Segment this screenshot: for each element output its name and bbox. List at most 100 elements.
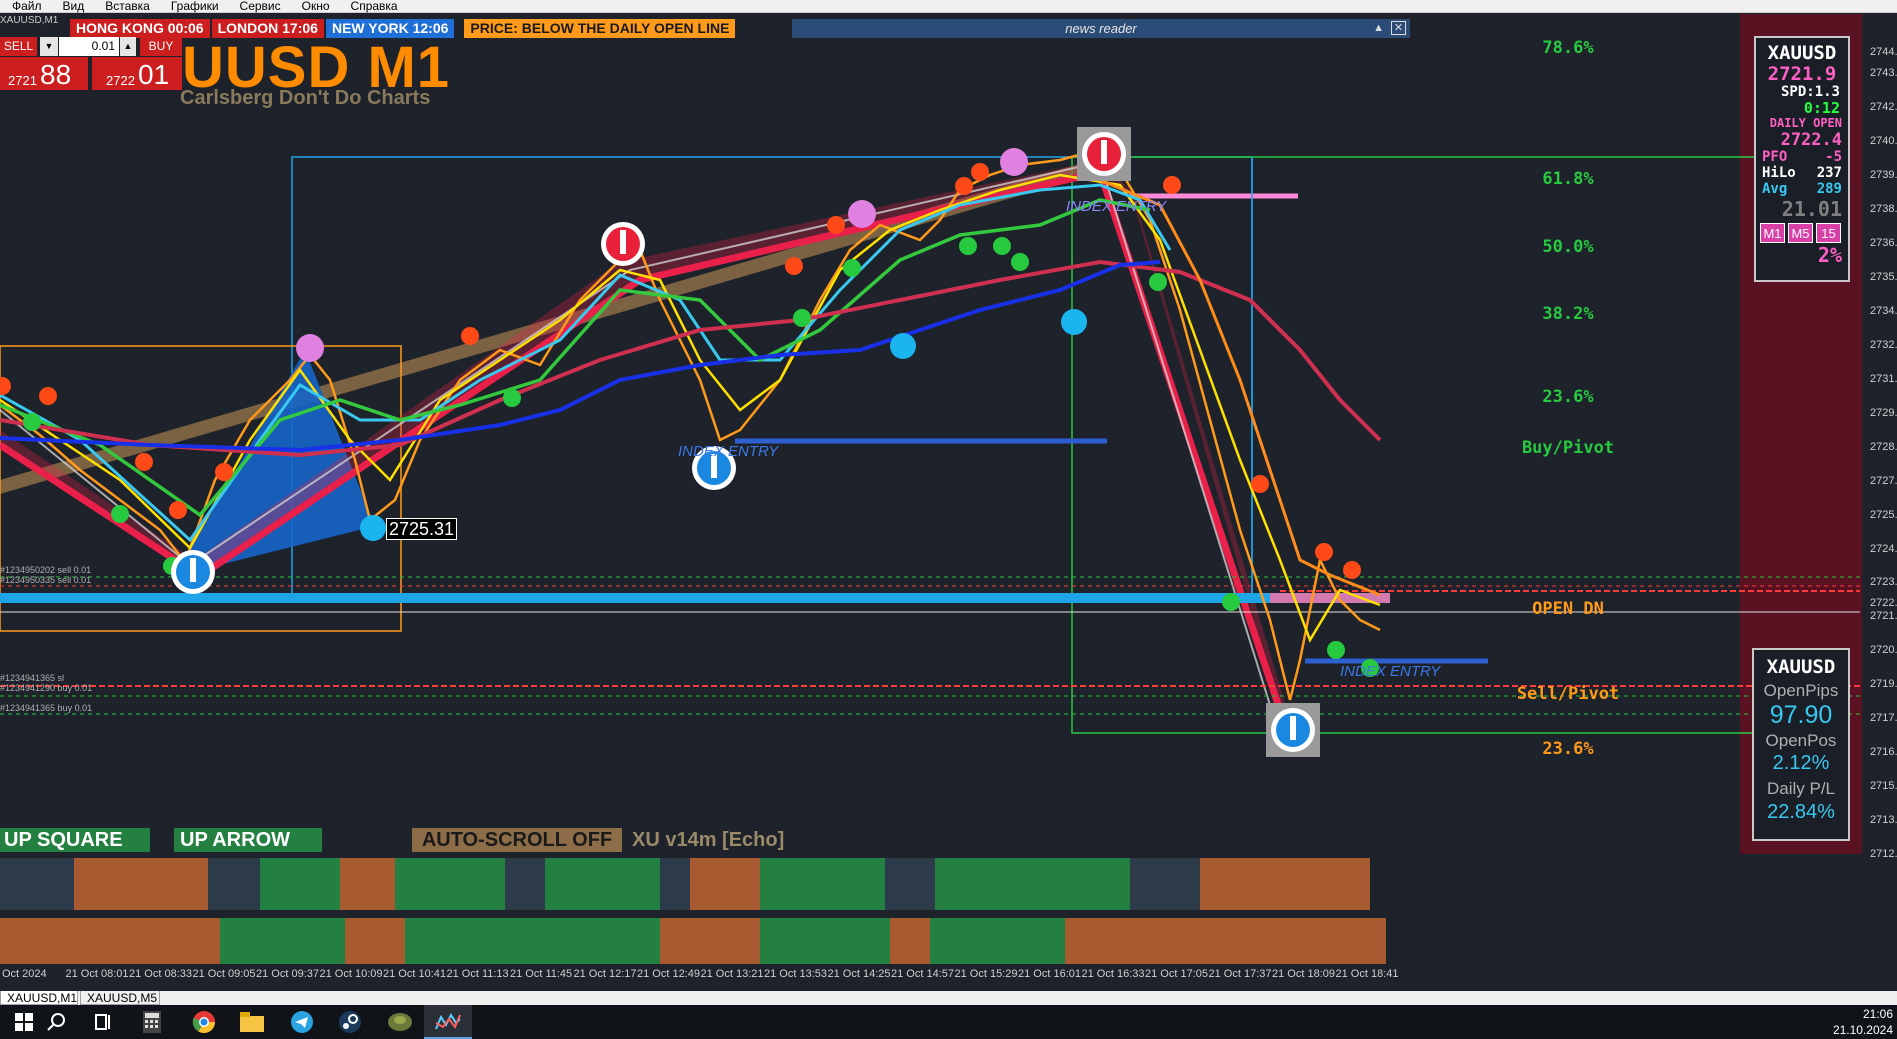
time-tick: 21 Oct 08:33 xyxy=(129,968,192,980)
search-icon[interactable] xyxy=(32,1005,80,1039)
chart-tabs: XAUUSD,M1 XAUUSD,M5 xyxy=(0,991,1897,1005)
price-tick: 2713.75 xyxy=(1870,814,1897,827)
fib-label: 23.6% xyxy=(1542,387,1594,408)
price-tick: 2721.88 xyxy=(1870,609,1897,622)
panel-spread: SPD:1.3 xyxy=(1780,84,1840,100)
tab-xauusd-m5[interactable]: XAUUSD,M5 xyxy=(80,991,160,1005)
panel-timer: 0:12 xyxy=(1803,99,1840,117)
index-entry-label-2: INDEX ENTRY xyxy=(1066,198,1167,215)
menu-charts[interactable]: Графики xyxy=(159,0,228,12)
lot-up-icon[interactable]: ▲ xyxy=(120,37,136,56)
price-tick: 2712.40 xyxy=(1870,848,1897,860)
news-reader-label: news reader xyxy=(1065,21,1137,36)
menu-help[interactable]: Справка xyxy=(339,0,407,12)
buy-button[interactable]: BUY xyxy=(140,37,182,56)
order-labels-top: #1234950202 sell 0.01 #1234950335 sell 0.… xyxy=(0,565,92,585)
price-tick: 2727.25 xyxy=(1870,474,1897,487)
time-tick: 21 Oct 16:01 xyxy=(1018,968,1081,980)
time-tick: 21 Oct 17:05 xyxy=(1145,968,1208,980)
price-tag: 2725.31 xyxy=(386,518,458,540)
time-tick: 21 Oct 18:41 xyxy=(1335,968,1399,980)
open-pips-value: 97.90 xyxy=(1769,701,1833,729)
app-icon[interactable] xyxy=(376,1005,424,1039)
time-tick: 21 Oct 12:17 xyxy=(573,968,637,980)
oscillator-strip-1 xyxy=(0,858,1386,910)
price-tick: 2717.80 xyxy=(1870,712,1897,725)
version-label: XU v14m [Echo] xyxy=(632,829,785,851)
tf-button-m1[interactable]: M1 xyxy=(1760,223,1785,243)
menu-bar: Файл Вид Вставка Графики Сервис Окно Спр… xyxy=(0,0,1897,13)
calculator-icon[interactable] xyxy=(128,1005,176,1039)
metatrader-icon[interactable] xyxy=(424,1005,472,1039)
time-tick: 21 Oct 18:09 xyxy=(1272,968,1335,980)
price-tick: 2739.40 xyxy=(1870,169,1897,182)
telegram-icon[interactable] xyxy=(278,1005,326,1039)
price-tick: 2715.10 xyxy=(1870,780,1897,793)
time-tick: 21 Oct 11:13 xyxy=(446,968,509,980)
price-tick: 2716.45 xyxy=(1870,746,1897,759)
price-tick: 2731.30 xyxy=(1870,372,1897,385)
collapse-icon[interactable]: ▲ xyxy=(1373,19,1384,38)
menu-view[interactable]: Вид xyxy=(51,0,94,12)
sell-arrow-1 xyxy=(601,222,645,266)
tab-xauusd-m1[interactable]: XAUUSD,M1 xyxy=(0,991,78,1005)
steam-icon[interactable] xyxy=(326,1005,374,1039)
lot-size-input[interactable]: 0.01 xyxy=(59,37,119,56)
taskbar: 21:06 21.10.2024 xyxy=(0,1005,1897,1039)
price-tick: 2723.20 xyxy=(1870,576,1897,589)
time-tick: 21 Oct 13:21 xyxy=(700,968,764,980)
menu-tools[interactable]: Сервис xyxy=(228,0,290,12)
time-tick: 21 Oct 11:45 xyxy=(510,968,573,980)
chart-canvas xyxy=(0,14,1862,854)
close-icon[interactable]: ✕ xyxy=(1391,21,1406,35)
time-tick: Oct 2024 xyxy=(2,968,47,980)
sell-price-box[interactable]: 2721 88 xyxy=(0,57,88,90)
panel-range: 21.01 xyxy=(1781,197,1842,221)
buy-price-small: 01 xyxy=(138,59,170,90)
task-view-icon[interactable] xyxy=(80,1005,128,1039)
fib-label: 78.6% xyxy=(1542,37,1594,58)
fib-label: Buy/Pivot xyxy=(1521,437,1615,458)
time-tick: 21 Oct 13:53 xyxy=(764,968,827,980)
price-tick: 2728.60 xyxy=(1870,440,1897,453)
buy-price-box[interactable]: 2722 01 xyxy=(92,57,182,90)
price-chart[interactable] xyxy=(0,14,1897,854)
fib-label: 38.2% xyxy=(1542,304,1594,325)
lot-dropdown-icon[interactable]: ▼ xyxy=(40,37,58,56)
oscillator-strip-2 xyxy=(0,918,1386,964)
pl-info-panel: XAUUSD OpenPips 97.90 OpenPos 2.12% Dail… xyxy=(1752,648,1850,841)
daily-pl-value: 22.84% xyxy=(1767,801,1835,823)
chart-subtitle: Carlsberg Don't Do Charts xyxy=(180,87,431,109)
chrome-icon[interactable] xyxy=(180,1005,228,1039)
fib-label: 23.6% xyxy=(1542,739,1594,760)
tf-button-m5[interactable]: M5 xyxy=(1788,223,1813,243)
price-tick: 2720.50 xyxy=(1870,644,1897,657)
tf-button-m15[interactable]: 15 xyxy=(1816,223,1841,243)
panel-price: 2721.9 xyxy=(1767,63,1837,85)
file-explorer-icon[interactable] xyxy=(228,1005,276,1039)
sell-price-small: 88 xyxy=(40,59,72,90)
up-square-button[interactable]: UP SQUARE xyxy=(0,828,150,852)
price-tick: 2740.75 xyxy=(1870,135,1897,148)
time-tick: 21 Oct 10:41 xyxy=(383,968,446,980)
time-tick: 21 Oct 10:09 xyxy=(319,968,383,980)
buy-price-big: 2722 xyxy=(106,73,135,88)
menu-window[interactable]: Окно xyxy=(290,0,339,12)
time-tick: 21 Oct 16:33 xyxy=(1081,968,1145,980)
time-tick: 21 Oct 09:37 xyxy=(256,968,319,980)
time-tick: 21 Oct 12:49 xyxy=(637,968,700,980)
green-box xyxy=(1071,157,1760,734)
up-arrow-button[interactable]: UP ARROW xyxy=(174,828,322,852)
autoscroll-button[interactable]: AUTO-SCROLL OFF xyxy=(412,828,622,852)
system-clock[interactable]: 21:06 21.10.2024 xyxy=(1833,1006,1893,1038)
menu-insert[interactable]: Вставка xyxy=(93,0,159,12)
sell-button[interactable]: SELL xyxy=(0,37,37,56)
time-tick: 21 Oct 17:37 xyxy=(1208,968,1272,980)
sell-arrow-2 xyxy=(1077,127,1131,181)
price-tick: 2743.45 xyxy=(1870,67,1897,80)
price-tick: 2719.15 xyxy=(1870,678,1897,691)
index-entry-label-1: INDEX ENTRY xyxy=(678,443,779,460)
menu-file[interactable]: Файл xyxy=(0,0,51,12)
price-tick: 2724.55 xyxy=(1870,542,1897,555)
news-reader[interactable]: news reader ▲ ✕ xyxy=(792,19,1410,38)
